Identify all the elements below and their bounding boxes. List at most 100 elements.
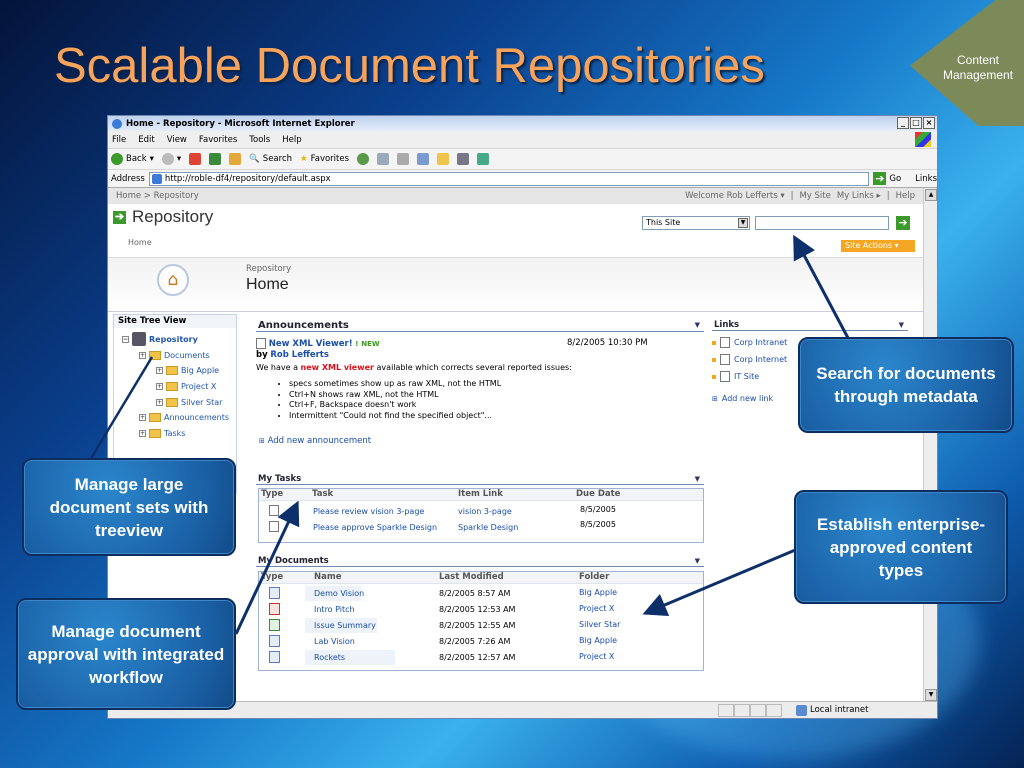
research-icon[interactable] <box>457 153 470 165</box>
doc-name[interactable]: Issue Summary <box>314 621 376 630</box>
column-header[interactable]: Item Link <box>458 489 503 499</box>
menu-favorites[interactable]: Favorites <box>199 135 237 145</box>
ppt-doc-icon <box>269 603 280 615</box>
tree-node-tasks[interactable]: + Tasks <box>139 429 185 438</box>
task-row-0[interactable] <box>269 505 279 516</box>
search-input[interactable] <box>755 216 889 230</box>
search-scope-value: This Site <box>646 218 681 227</box>
announcement-title[interactable]: New XML Viewer! <box>269 339 353 349</box>
doc-name[interactable]: Demo Vision <box>314 589 364 598</box>
doc-folder[interactable]: Big Apple <box>579 588 617 597</box>
mail-icon[interactable] <box>377 153 390 165</box>
back-button[interactable]: Back ▾ <box>111 153 154 165</box>
favorites-button[interactable]: ★ Favorites <box>300 154 349 164</box>
column-header[interactable]: Type <box>261 489 283 499</box>
doc-icon <box>269 651 280 665</box>
minimize-button[interactable]: _ <box>897 117 909 129</box>
list-item: Ctrl+N shows raw XML, not the HTML <box>289 390 704 401</box>
menu-edit[interactable]: Edit <box>138 135 154 145</box>
doc-folder[interactable]: Project X <box>579 604 614 613</box>
folder-icon <box>166 398 178 407</box>
close-button[interactable]: × <box>923 117 935 129</box>
address-input[interactable]: http://roble-df4/repository/default.aspx <box>148 171 870 186</box>
expand-icon[interactable]: + <box>156 399 163 406</box>
expand-icon[interactable]: + <box>139 430 146 437</box>
task-name[interactable]: Please review vision 3-page <box>313 507 424 516</box>
doc-name[interactable]: Rockets <box>314 653 345 662</box>
doc-name[interactable]: Intro Pitch <box>314 605 355 614</box>
task-row-1[interactable] <box>269 521 279 532</box>
scroll-down-icon[interactable]: ▼ <box>925 689 937 701</box>
site-actions-menu[interactable]: Site Actions ▾ <box>841 240 915 252</box>
messenger-icon[interactable] <box>477 153 490 165</box>
doc-modified: 8/2/2005 12:57 AM <box>439 653 516 662</box>
tree-node-big-apple[interactable]: + Big Apple <box>156 366 219 375</box>
tasks-webpart: My Tasks ▼ <box>256 474 704 485</box>
home-icon[interactable] <box>229 153 242 165</box>
column-header[interactable]: Type <box>261 572 283 582</box>
expand-icon[interactable]: + <box>156 367 163 374</box>
document-icon <box>269 521 279 532</box>
site-title[interactable]: ➔ Repository <box>113 207 213 227</box>
column-header[interactable]: Name <box>314 572 341 582</box>
edit-icon[interactable] <box>417 153 430 165</box>
my-links-menu[interactable]: My Links ▸ <box>837 191 881 201</box>
document-icon <box>720 354 730 365</box>
links-toolbar-label[interactable]: Links <box>915 174 937 184</box>
announcement-author[interactable]: Rob Lefferts <box>270 350 329 360</box>
column-header[interactable]: Due Date <box>576 489 620 499</box>
menu-tools[interactable]: Tools <box>249 135 270 145</box>
collapse-icon[interactable]: − <box>122 335 129 343</box>
tree-node-repository[interactable]: − Repository <box>122 332 198 346</box>
webpart-menu-icon[interactable]: ▼ <box>899 321 904 329</box>
webpart-menu-icon[interactable]: ▼ <box>695 475 700 483</box>
column-header[interactable]: Last Modified <box>439 572 504 582</box>
webpart-menu-icon[interactable]: ▼ <box>695 557 700 565</box>
expand-icon[interactable]: + <box>139 352 146 359</box>
maximize-button[interactable]: □ <box>910 117 922 129</box>
task-name[interactable]: Please approve Sparkle Design <box>313 523 437 532</box>
zone-label: Local intranet <box>810 705 869 715</box>
welcome-menu[interactable]: Welcome Rob Lefferts ▾ <box>685 191 785 201</box>
help-link[interactable]: Help <box>896 191 915 201</box>
menu-help[interactable]: Help <box>282 135 301 145</box>
tree-node-documents[interactable]: + Documents <box>139 351 210 360</box>
list-item: specs sometimes show up as raw XML, not … <box>289 379 704 390</box>
go-button[interactable]: ➔ Go <box>873 172 901 185</box>
expand-icon[interactable]: + <box>156 383 163 390</box>
doc-folder[interactable]: Big Apple <box>579 636 617 645</box>
tree-node-silver-star[interactable]: + Silver Star <box>156 398 222 407</box>
forward-button[interactable]: ▾ <box>161 153 181 165</box>
print-icon[interactable] <box>397 153 410 165</box>
column-header[interactable]: Folder <box>579 572 609 582</box>
search-scope-select[interactable]: This Site ▼ <box>642 216 750 230</box>
task-item-link[interactable]: vision 3-page <box>458 507 512 516</box>
doc-folder[interactable]: Silver Star <box>579 620 620 629</box>
folder-icon[interactable] <box>437 153 450 165</box>
tasks-title: My Tasks ▼ <box>256 474 704 485</box>
global-breadcrumb[interactable]: Home > Repository <box>116 191 199 201</box>
home-tab[interactable]: Home <box>128 238 152 247</box>
expand-icon[interactable]: + <box>139 414 146 421</box>
add-announcement-link[interactable]: ⊞ Add new announcement <box>259 436 704 446</box>
refresh-icon[interactable] <box>209 153 222 165</box>
column-header[interactable]: Task <box>312 489 333 499</box>
page-icon <box>151 173 162 184</box>
menu-file[interactable]: File <box>112 135 126 145</box>
menu-view[interactable]: View <box>167 135 187 145</box>
tree-node-announcements[interactable]: + Announcements <box>139 413 229 422</box>
doc-name[interactable]: Lab Vision <box>314 637 355 646</box>
tree-node-project-x[interactable]: + Project X <box>156 382 216 391</box>
task-item-link[interactable]: Sparkle Design <box>458 523 518 532</box>
vertical-scrollbar[interactable]: ▲ ▼ <box>923 188 937 702</box>
my-site-link[interactable]: My Site <box>799 191 830 201</box>
webpart-menu-icon[interactable]: ▼ <box>695 321 700 329</box>
search-go-button[interactable]: ➔ <box>896 216 910 230</box>
page-breadcrumb[interactable]: Repository <box>246 264 291 274</box>
doc-folder[interactable]: Project X <box>579 652 614 661</box>
scroll-up-icon[interactable]: ▲ <box>925 189 937 201</box>
stop-icon[interactable] <box>189 153 202 165</box>
history-icon[interactable] <box>357 153 370 165</box>
search-button[interactable]: 🔍 Search <box>249 154 292 164</box>
announcements-webpart: Announcements ▼ New XML Viewer! ! NEW 8/2… <box>256 320 704 446</box>
